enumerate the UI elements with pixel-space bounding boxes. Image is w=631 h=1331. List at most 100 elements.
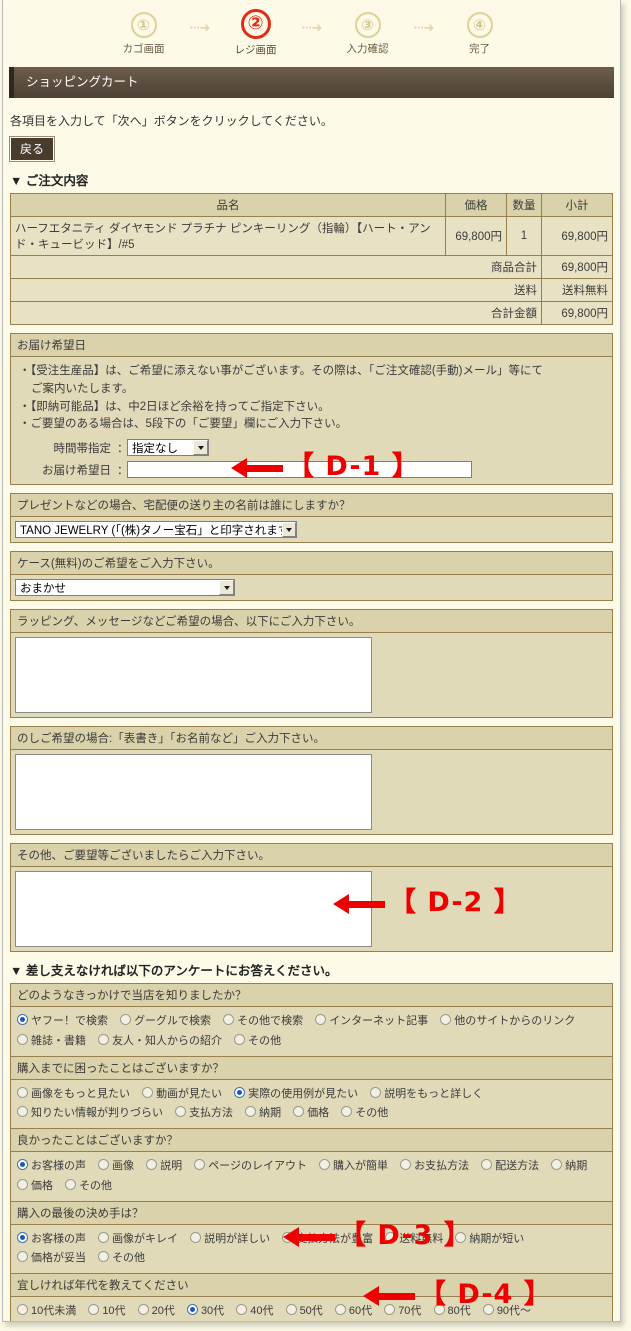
radio-icon[interactable] [137, 1304, 149, 1316]
radio-option[interactable]: 購入が簡単 [319, 1159, 388, 1172]
radio-option[interactable]: 実際の使用例が見たい [234, 1086, 358, 1100]
radio-option[interactable]: ページのレイアウト [194, 1159, 307, 1172]
radio-icon[interactable] [146, 1159, 158, 1171]
radio-option[interactable]: 説明をもっと詳しく [370, 1086, 483, 1100]
radio-icon[interactable] [17, 1251, 28, 1262]
radio-option[interactable]: 説明 [146, 1159, 182, 1172]
radio-icon[interactable] [98, 1033, 110, 1045]
radio-option[interactable]: 20代 [137, 1304, 175, 1317]
radio-option[interactable]: 画像をもっと見たい [17, 1086, 130, 1100]
case-select[interactable]: おまかせ [15, 579, 235, 597]
radio-icon[interactable] [370, 1086, 382, 1098]
radio-option[interactable]: お支払方法 [400, 1159, 469, 1172]
radio-option[interactable]: 50代 [285, 1304, 323, 1317]
radio-icon[interactable] [98, 1251, 110, 1262]
radio-option[interactable]: 価格が妥当 [17, 1251, 86, 1264]
radio-icon[interactable] [17, 1106, 28, 1117]
radio-option[interactable]: ヤフー！で検索 [17, 1014, 108, 1027]
radio-option[interactable]: 納期が短い [455, 1231, 524, 1245]
radio-icon[interactable] [17, 1159, 28, 1171]
radio-icon[interactable] [17, 1304, 28, 1316]
radio-option[interactable]: 雑誌・書籍 [17, 1033, 86, 1047]
radio-option[interactable]: 画像がキレイ [98, 1231, 178, 1245]
radio-option[interactable]: 10代未満 [17, 1304, 76, 1317]
radio-icon[interactable] [433, 1304, 445, 1316]
radio-icon[interactable] [88, 1304, 100, 1316]
radio-icon[interactable] [65, 1178, 77, 1190]
radio-option[interactable]: 他のサイトからのリンク [440, 1014, 575, 1027]
back-button[interactable]: 戻る [10, 137, 55, 161]
radio-option[interactable]: 動画が見たい [142, 1086, 222, 1100]
radio-icon[interactable] [17, 1033, 28, 1045]
radio-option[interactable]: 10代 [88, 1304, 126, 1317]
radio-option[interactable]: 納期 [551, 1159, 587, 1172]
radio-option[interactable]: 送料無料 [385, 1231, 443, 1245]
step-2[interactable]: ② レジ画面 [217, 9, 295, 57]
radio-icon[interactable] [245, 1106, 257, 1117]
radio-option[interactable]: 画像 [98, 1159, 134, 1172]
radio-icon[interactable] [17, 1178, 28, 1190]
radio-option[interactable]: グーグルで検索 [120, 1014, 211, 1027]
radio-icon[interactable] [285, 1304, 297, 1316]
radio-icon[interactable] [98, 1159, 110, 1171]
step-4[interactable]: ④ 完了 [441, 12, 519, 56]
radio-option[interactable]: その他 [65, 1178, 112, 1192]
other-requests-textarea[interactable] [15, 871, 372, 948]
radio-icon[interactable] [455, 1231, 467, 1243]
radio-option[interactable]: お客様の声 [17, 1159, 86, 1172]
chevron-down-icon[interactable] [193, 440, 208, 456]
noshi-textarea[interactable] [15, 754, 372, 831]
radio-icon[interactable] [17, 1014, 28, 1026]
radio-option[interactable]: 配送方法 [481, 1159, 539, 1172]
radio-icon[interactable] [341, 1106, 353, 1117]
radio-option[interactable]: 友人・知人からの紹介 [98, 1033, 222, 1047]
wrapping-textarea[interactable] [15, 637, 372, 714]
radio-option[interactable]: 価格 [17, 1178, 53, 1192]
radio-icon[interactable] [120, 1014, 132, 1026]
radio-icon[interactable] [315, 1014, 327, 1026]
radio-option[interactable]: インターネット記事 [315, 1014, 428, 1027]
radio-option[interactable]: 説明が詳しい [190, 1231, 270, 1245]
radio-icon[interactable] [482, 1304, 494, 1316]
delivery-date-input[interactable] [127, 461, 472, 479]
radio-option[interactable]: 80代 [433, 1304, 471, 1317]
step-1[interactable]: ① カゴ画面 [105, 12, 183, 56]
radio-icon[interactable] [17, 1231, 28, 1243]
radio-icon[interactable] [142, 1086, 154, 1098]
radio-option[interactable]: 90代〜 [482, 1304, 531, 1317]
radio-icon[interactable] [17, 1086, 28, 1098]
radio-icon[interactable] [282, 1231, 294, 1243]
radio-option[interactable]: 知りたい情報が判りづらい [17, 1106, 163, 1119]
chevron-down-icon[interactable] [219, 580, 234, 596]
radio-option[interactable]: 価格 [293, 1106, 329, 1119]
radio-option[interactable]: その他 [98, 1251, 145, 1264]
radio-option[interactable]: お客様の声 [17, 1231, 86, 1245]
radio-icon[interactable] [551, 1159, 563, 1171]
sender-select[interactable]: TANO JEWELRY (「(株)タノー宝石」と印字されます) [15, 521, 297, 539]
radio-icon[interactable] [334, 1304, 346, 1316]
radio-icon[interactable] [234, 1086, 246, 1098]
radio-icon[interactable] [194, 1159, 206, 1171]
radio-option[interactable]: 60代 [334, 1304, 372, 1317]
radio-icon[interactable] [236, 1304, 248, 1316]
radio-option[interactable]: 納期 [245, 1106, 281, 1119]
radio-option[interactable]: 40代 [236, 1304, 274, 1317]
radio-option[interactable]: 支払方法 [175, 1106, 233, 1119]
radio-icon[interactable] [400, 1159, 412, 1171]
radio-icon[interactable] [186, 1304, 198, 1316]
radio-icon[interactable] [481, 1159, 493, 1171]
radio-icon[interactable] [234, 1033, 246, 1045]
radio-icon[interactable] [384, 1304, 396, 1316]
radio-icon[interactable] [98, 1231, 110, 1243]
radio-icon[interactable] [440, 1014, 452, 1026]
radio-option[interactable]: その他 [341, 1106, 388, 1119]
chevron-down-icon[interactable] [281, 522, 296, 538]
radio-option[interactable]: その他 [234, 1033, 281, 1047]
radio-icon[interactable] [319, 1159, 331, 1171]
radio-option[interactable]: その他で検索 [223, 1014, 303, 1027]
radio-icon[interactable] [223, 1014, 235, 1026]
radio-icon[interactable] [293, 1106, 305, 1117]
time-slot-select[interactable]: 指定なし [127, 439, 209, 457]
radio-icon[interactable] [385, 1231, 397, 1243]
radio-option[interactable]: 70代 [384, 1304, 421, 1317]
